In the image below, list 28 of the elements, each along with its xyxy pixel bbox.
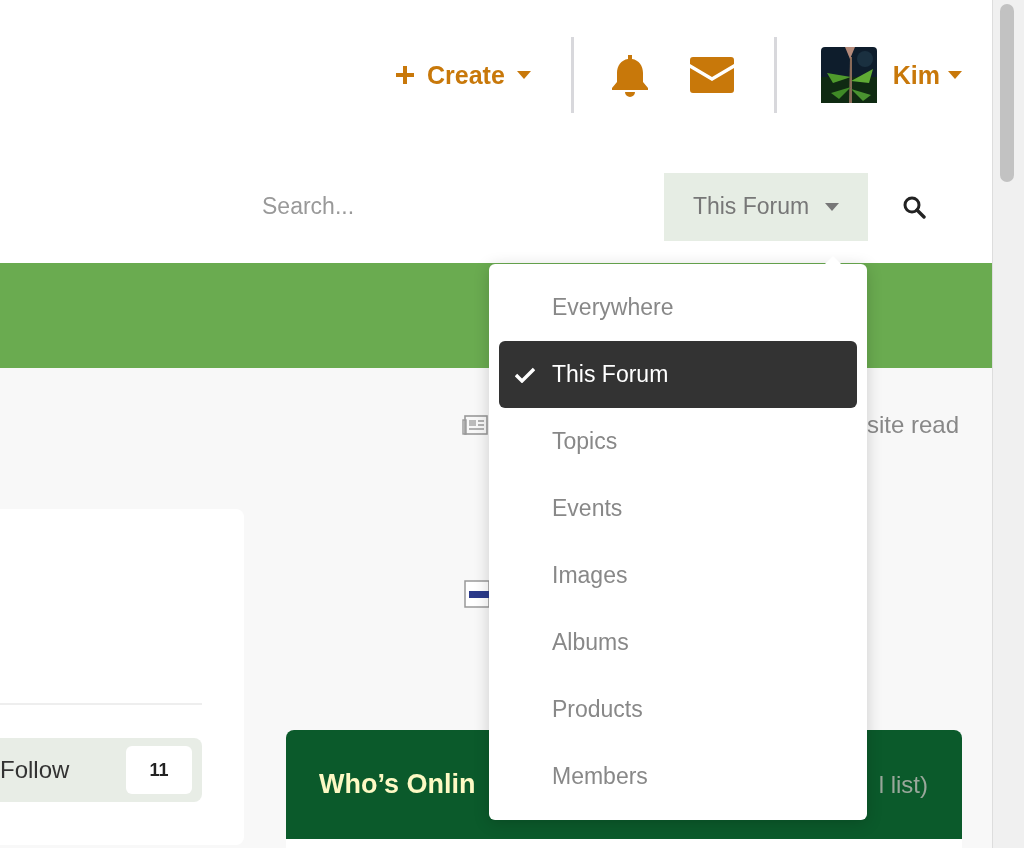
menu-item[interactable]: Images [499, 542, 857, 609]
full-list-link[interactable]: l list) [878, 770, 928, 799]
menu-item[interactable]: Albums [499, 609, 857, 676]
scrollbar-thumb[interactable] [1000, 4, 1015, 182]
follow-button[interactable]: Follow 11 [0, 738, 202, 802]
menu-item[interactable]: Members [499, 743, 857, 810]
scrollbar[interactable] [992, 0, 1024, 848]
panel-title: Who’s Onlin [319, 769, 476, 800]
check-icon [515, 366, 535, 383]
menu-item[interactable]: Topics [499, 408, 857, 475]
bell-icon[interactable] [609, 53, 650, 97]
menu-item[interactable]: Events [499, 475, 857, 542]
create-button[interactable]: Create [394, 60, 531, 90]
user-menu-button[interactable]: Kim [892, 60, 963, 90]
caret-icon [516, 71, 531, 79]
newspaper-icon [462, 415, 488, 435]
search-field[interactable]: Search... [260, 192, 665, 221]
caret-icon [948, 71, 963, 79]
follower-count: 11 [126, 746, 192, 794]
search-scope-button[interactable]: This Forum [664, 172, 869, 241]
mail-icon[interactable] [689, 57, 734, 93]
menu-item[interactable]: This Forum [499, 341, 857, 408]
menu-item[interactable]: Everywhere [499, 274, 857, 341]
search-icon[interactable] [902, 194, 927, 219]
plus-icon [394, 65, 415, 85]
mark-site-read-link[interactable]: site read [866, 411, 960, 439]
caret-icon [825, 202, 840, 211]
menu-item[interactable]: Products [499, 676, 857, 743]
